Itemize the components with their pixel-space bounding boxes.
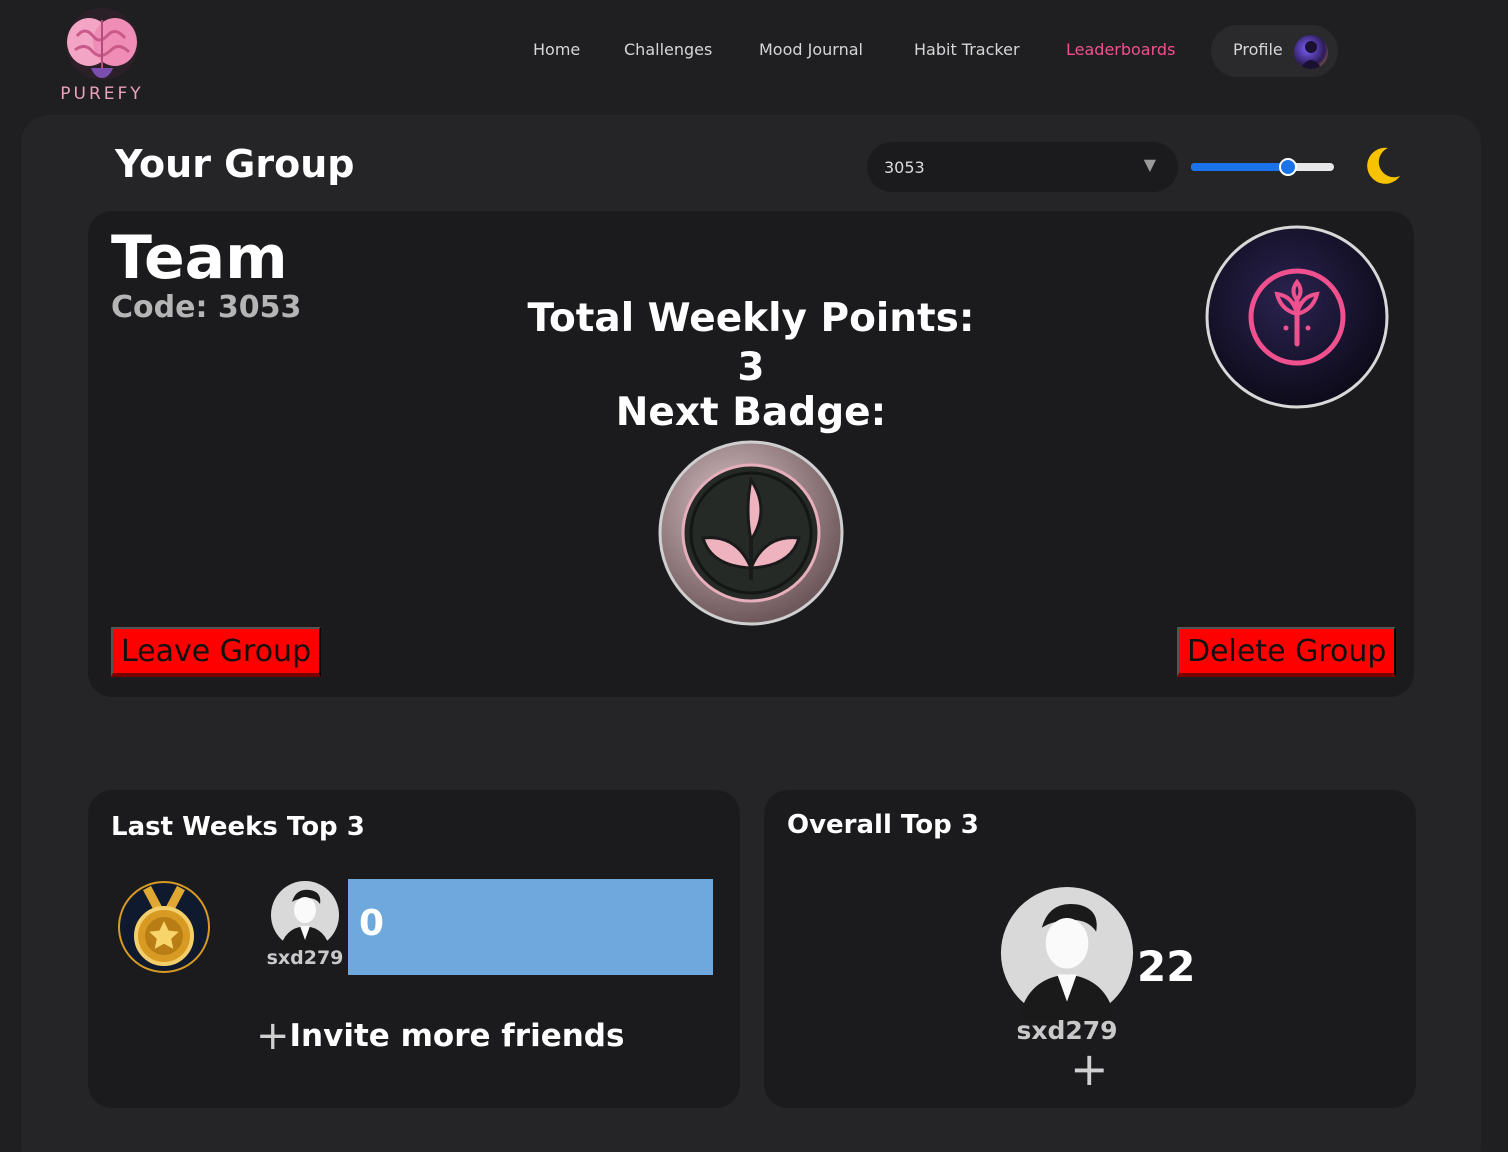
delete-group-button[interactable]: Delete Group <box>1177 627 1397 677</box>
team-name: Team <box>111 223 288 293</box>
last-week-title: Last Weeks Top 3 <box>111 812 365 842</box>
nav-home[interactable]: Home <box>533 40 580 59</box>
page-title: Your Group <box>115 142 355 186</box>
range-slider[interactable] <box>1191 158 1334 176</box>
nav-mood-journal[interactable]: Mood Journal <box>759 40 863 59</box>
moon-icon[interactable] <box>1366 146 1402 190</box>
group-select[interactable]: 3053 ▼ <box>867 142 1178 192</box>
slider-thumb[interactable] <box>1279 158 1298 176</box>
profile-avatar <box>1294 35 1328 69</box>
plus-icon: + <box>256 1013 290 1059</box>
invite-friends-button[interactable]: +Invite more friends <box>256 1013 624 1059</box>
next-badge-icon <box>657 440 845 630</box>
nav-habit-tracker[interactable]: Habit Tracker <box>914 40 1020 59</box>
gold-medal-icon <box>117 880 211 978</box>
top-navigation: Home Challenges Mood Journal Habit Track… <box>0 0 1508 100</box>
nav-challenges[interactable]: Challenges <box>624 40 712 59</box>
overall-title: Overall Top 3 <box>787 810 979 840</box>
current-badge-icon <box>1204 224 1390 414</box>
group-select-value: 3053 <box>884 158 925 177</box>
next-badge-label: Next Badge: <box>615 390 887 435</box>
add-member-plus-icon[interactable]: + <box>1070 1046 1109 1092</box>
weekly-points-value: 3 <box>737 345 765 390</box>
profile-button[interactable]: Profile <box>1211 25 1338 77</box>
nav-leaderboards[interactable]: Leaderboards <box>1066 40 1175 59</box>
leaderboard-username: sxd279 <box>266 947 344 969</box>
overall-username: sxd279 <box>1016 1016 1118 1045</box>
user-avatar <box>270 880 340 950</box>
slider-fill <box>1191 163 1289 171</box>
profile-label: Profile <box>1233 40 1283 59</box>
overall-score-value: 22 <box>1137 942 1196 991</box>
user-avatar <box>999 885 1135 1021</box>
weekly-points-label: Total Weekly Points: <box>527 296 975 341</box>
score-bar: 0 <box>348 879 713 975</box>
leave-group-button[interactable]: Leave Group <box>111 627 322 677</box>
chevron-down-icon: ▼ <box>1143 155 1156 174</box>
invite-label: Invite more friends <box>289 1018 625 1054</box>
score-value: 0 <box>359 903 385 944</box>
team-code: Code: 3053 <box>111 290 302 325</box>
